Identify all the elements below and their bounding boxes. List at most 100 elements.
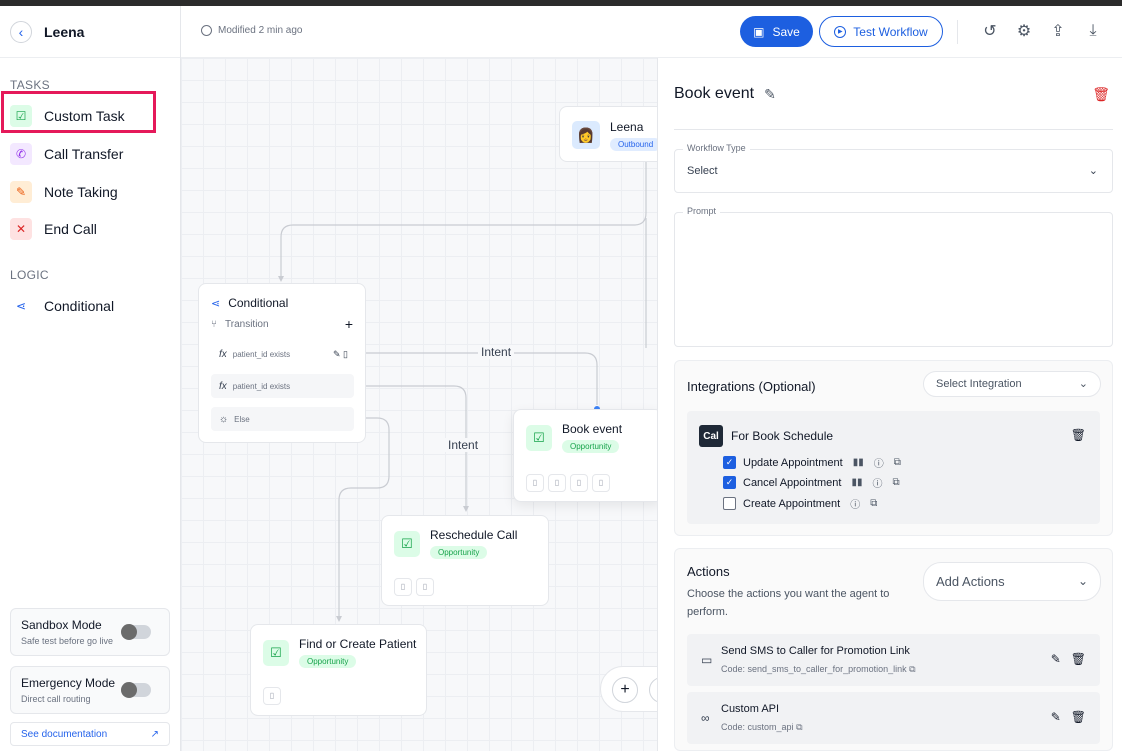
condition-text: patient_id exists <box>232 349 291 359</box>
copy-icon[interactable]: ⧉ <box>870 498 877 509</box>
integration-title: For Book Schedule <box>731 429 834 443</box>
checkbox-unchecked-icon[interactable] <box>723 497 736 510</box>
edit-icon[interactable]: ✎ ▯ <box>333 349 348 360</box>
info-icon[interactable]: ⓘ <box>874 455 884 470</box>
action-item-send-sms[interactable]: ▭ Send SMS to Caller for Promotion Link … <box>687 634 1100 686</box>
history-icon[interactable]: ↺ <box>981 22 999 40</box>
prompt-textarea[interactable]: Prompt <box>674 206 1113 347</box>
workflow-type-select[interactable]: Workflow Type Select ⌄ <box>674 143 1113 193</box>
action-code-text: Code: custom_api <box>721 722 794 732</box>
panel-divider <box>674 129 1113 130</box>
add-transition-icon[interactable]: + <box>345 316 353 332</box>
sandbox-mode-toggle[interactable] <box>121 624 151 640</box>
chevron-down-icon: ⌄ <box>1078 378 1088 390</box>
checkbox-checked-icon[interactable]: ✓ <box>723 456 736 469</box>
tool-icon[interactable]: ▯ <box>263 686 281 705</box>
action-tools: ✎ 🗑 <box>1051 652 1086 666</box>
sidebar-item-conditional[interactable]: ⋖ Conditional <box>10 293 114 319</box>
integrations-section: Integrations (Optional) Select Integrati… <box>674 360 1113 536</box>
node-book-event[interactable]: ☑ Book event Opportunity ▯ ▯ ▯ ▯ <box>513 409 657 502</box>
message-icon: ▭ <box>701 653 713 667</box>
tool-icon[interactable]: ▯ <box>526 473 544 492</box>
opportunity-badge: Opportunity <box>562 440 620 453</box>
tool-icon[interactable]: ▯ <box>570 473 588 492</box>
agent-name: Leena <box>44 23 85 40</box>
select-integration-dropdown[interactable]: Select Integration ⌄ <box>923 371 1101 397</box>
root-title: Leena <box>610 120 644 134</box>
sun-icon: ☼ <box>219 413 229 425</box>
function-icon: fx <box>219 348 227 360</box>
workflow-canvas[interactable]: Intent Intent 👩 Leena Outbound ⋖ Conditi… <box>181 58 657 751</box>
node-root-agent[interactable]: 👩 Leena Outbound <box>559 106 657 162</box>
conditional-title: Conditional <box>228 296 289 310</box>
copy-icon[interactable]: ⧉ <box>909 664 915 674</box>
gear-icon[interactable]: ⚙ <box>1015 22 1033 40</box>
sidebar-header: ‹ Leena <box>0 6 180 58</box>
bar-chart-icon[interactable]: ▮▮ <box>851 477 862 488</box>
check-square-icon: ☑ <box>526 425 552 451</box>
node-find-or-create-patient[interactable]: ☑ Find or Create Patient Opportunity ▯ <box>250 624 427 716</box>
info-icon[interactable]: ⓘ <box>872 475 882 490</box>
copy-icon[interactable]: ⧉ <box>892 477 899 488</box>
condition-row[interactable]: fx patient_id exists <box>211 374 354 398</box>
test-workflow-button[interactable]: ▶ Test Workflow <box>819 16 943 47</box>
save-icon: ▣ <box>753 24 765 39</box>
chevron-down-icon: ⌄ <box>1077 574 1088 588</box>
pencil-icon[interactable]: ✎ <box>764 86 776 103</box>
back-button[interactable]: ‹ <box>10 20 32 43</box>
condition-row[interactable]: fx patient_id exists ✎ ▯ <box>211 342 354 366</box>
sidebar-item-label: End Call <box>44 221 97 237</box>
trash-icon[interactable]: 🗑 <box>1071 428 1086 442</box>
add-actions-dropdown[interactable]: Add Actions ⌄ <box>923 562 1101 601</box>
option-label: Create Appointment <box>743 497 841 510</box>
info-icon[interactable]: ⓘ <box>850 496 860 511</box>
node-reschedule-call[interactable]: ☑ Reschedule Call Opportunity ▯ ▯ <box>381 515 549 606</box>
sandbox-mode-card: Sandbox Mode Safe test before go live <box>10 608 170 656</box>
edge-label-intent: Intent <box>478 345 515 359</box>
trash-icon[interactable]: 🗑 <box>1071 710 1086 724</box>
actions-description: Choose the actions you want the agent to… <box>687 588 890 618</box>
zoom-out-button[interactable] <box>649 677 657 703</box>
sidebar-item-label: Call Transfer <box>44 146 124 162</box>
end-call-icon: ✕ <box>10 218 32 240</box>
trash-icon[interactable]: 🗑 <box>1071 652 1086 666</box>
option-create-appointment[interactable]: Create Appointment ⓘ ⧉ <box>723 496 877 511</box>
outbound-badge: Outbound <box>610 138 657 151</box>
bar-chart-icon[interactable]: ▮▮ <box>853 457 864 468</box>
clock-icon <box>201 25 212 36</box>
copy-icon[interactable]: ⧉ <box>796 722 802 732</box>
pencil-icon[interactable]: ✎ <box>1051 710 1061 724</box>
action-title: Send SMS to Caller for Promotion Link <box>721 645 910 657</box>
transition-row: ⑂ Transition <box>211 319 269 330</box>
action-code: Code: send_sms_to_caller_for_promotion_l… <box>721 664 916 675</box>
see-documentation-link[interactable]: See documentation ↗ <box>10 722 170 746</box>
tool-icon[interactable]: ▯ <box>394 577 412 596</box>
download-icon[interactable]: ⤓ <box>1084 22 1102 40</box>
branch-icon: ⋖ <box>15 299 27 313</box>
upload-icon[interactable]: ⇪ <box>1049 22 1067 40</box>
sidebar-item-end-call[interactable]: ✕ End Call <box>10 216 97 242</box>
sidebar-item-note-taking[interactable]: ✎ Note Taking <box>10 179 118 205</box>
pencil-icon[interactable]: ✎ <box>1051 652 1061 666</box>
zoom-in-button[interactable]: + <box>612 677 638 703</box>
emergency-mode-toggle[interactable] <box>121 682 151 698</box>
save-button[interactable]: ▣ Save <box>740 16 813 47</box>
node-conditional[interactable]: ⋖ Conditional ⑂ Transition + fx patient_… <box>198 283 366 443</box>
check-square-icon: ☑ <box>263 640 289 666</box>
delete-node-icon[interactable]: 🗑 <box>1092 86 1110 103</box>
tool-icon[interactable]: ▯ <box>592 473 610 492</box>
integration-card: Cal For Book Schedule 🗑 ✓ Update Appoint… <box>687 411 1100 524</box>
action-item-custom-api[interactable]: ∞ Custom API Code: custom_api ⧉ ✎ 🗑 <box>687 692 1100 744</box>
copy-icon[interactable]: ⧉ <box>894 457 901 468</box>
opportunity-badge: Opportunity <box>299 655 357 668</box>
condition-row-else[interactable]: ☼ Else <box>211 407 354 431</box>
checkbox-checked-icon[interactable]: ✓ <box>723 476 736 489</box>
workflow-type-label: Workflow Type <box>683 143 750 153</box>
tool-icon[interactable]: ▯ <box>416 577 434 596</box>
option-cancel-appointment[interactable]: ✓ Cancel Appointment ▮▮ ⓘ ⧉ <box>723 475 900 490</box>
logic-heading: LOGIC <box>10 268 49 282</box>
option-update-appointment[interactable]: ✓ Update Appointment ▮▮ ⓘ ⧉ <box>723 455 901 470</box>
fork-icon: ⑂ <box>211 319 217 330</box>
tool-icon[interactable]: ▯ <box>548 473 566 492</box>
sidebar-item-call-transfer[interactable]: ✆ Call Transfer <box>10 141 123 167</box>
